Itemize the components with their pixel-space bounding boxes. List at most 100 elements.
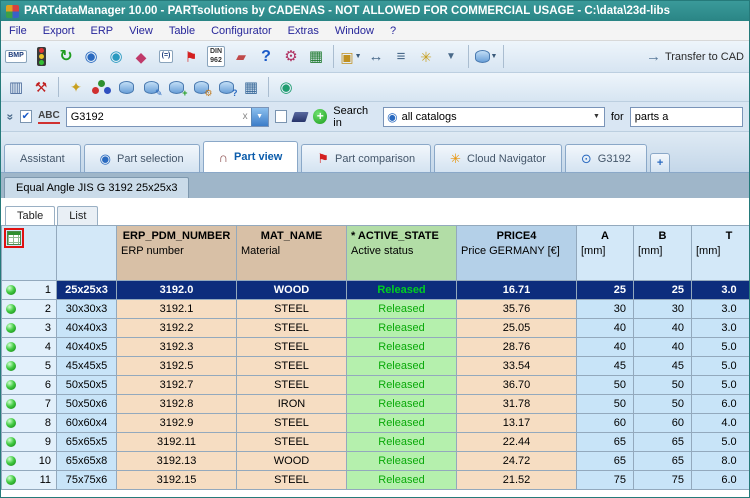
cell-num[interactable]: 11 [1, 470, 57, 490]
excel-export-icon[interactable]: ▦ [304, 45, 328, 69]
table-grid-toolbar-icon[interactable]: ▦ [239, 75, 263, 99]
cell-a[interactable]: 40 [576, 337, 634, 357]
cell-mat[interactable]: STEEL [236, 337, 347, 357]
cell-mat[interactable]: STEEL [236, 356, 347, 376]
cell-size[interactable]: 65x65x5 [56, 432, 117, 452]
tab-part-selection[interactable]: ◉ Part selection [83, 144, 200, 172]
cell-t[interactable]: 3.0 [691, 299, 749, 319]
column-header-mat[interactable]: MAT_NAME Material [236, 225, 347, 281]
settings-gear-icon[interactable]: ⚙ [279, 45, 303, 69]
cell-mat[interactable]: STEEL [236, 432, 347, 452]
cell-size[interactable]: 45x45x5 [56, 356, 117, 376]
cell-active[interactable]: Released [346, 356, 457, 376]
database-help-icon[interactable]: ? [214, 75, 238, 99]
tab-g3192-search[interactable]: ⊙ G3192 [564, 144, 647, 172]
view-tab-table[interactable]: Table [5, 206, 56, 225]
clear-search-icon[interactable]: x [240, 111, 251, 122]
cell-size[interactable]: 25x25x3 [56, 280, 117, 300]
cell-active[interactable]: Released [346, 451, 457, 471]
abc-search-checkbox[interactable]: ✔ [19, 110, 33, 123]
cell-num[interactable]: 6 [1, 375, 57, 395]
cell-mat[interactable]: STEEL [236, 299, 347, 319]
database-settings-icon[interactable]: ⚙ [189, 75, 213, 99]
menu-item-erp[interactable]: ERP [83, 22, 122, 40]
search-query-combobox[interactable]: G3192 x ▼ [65, 106, 269, 127]
cell-mat[interactable]: STEEL [236, 413, 347, 433]
cell-price[interactable]: 13.17 [456, 413, 577, 433]
cell-t[interactable]: 8.0 [691, 451, 749, 471]
layout-panels-icon[interactable]: ▥ [4, 75, 28, 99]
search-query-value[interactable]: G3192 [67, 111, 240, 123]
cell-t[interactable]: 5.0 [691, 375, 749, 395]
menu-item-extras[interactable]: Extras [280, 22, 327, 40]
cell-erp[interactable]: 3192.7 [116, 375, 237, 395]
cell-b[interactable]: 40 [633, 337, 692, 357]
cell-active[interactable]: Released [346, 337, 457, 357]
render-mode-icon[interactable]: ▣ ▼ [339, 45, 363, 69]
cell-t[interactable]: 5.0 [691, 337, 749, 357]
cell-price[interactable]: 21.52 [456, 470, 577, 490]
cell-price[interactable]: 31.78 [456, 394, 577, 414]
cell-active[interactable]: Released [346, 318, 457, 338]
transfer-to-cad-button[interactable]: → Transfer to CAD [646, 48, 746, 65]
cell-size[interactable]: 50x50x6 [56, 394, 117, 414]
cell-size[interactable]: 40x40x3 [56, 318, 117, 338]
cell-b[interactable]: 60 [633, 413, 692, 433]
cell-num[interactable]: 1 [1, 280, 57, 300]
cell-num[interactable]: 5 [1, 356, 57, 376]
cell-a[interactable]: 65 [576, 432, 634, 452]
chevron-down-icon[interactable]: ▼ [589, 113, 604, 120]
new-tab-button[interactable]: + [649, 153, 671, 172]
export-bmp-icon[interactable]: BMP [4, 45, 28, 69]
cell-a[interactable]: 50 [576, 375, 634, 395]
globe-edit-icon[interactable]: ◉ [274, 75, 298, 99]
globe-save-icon[interactable]: ◉ [104, 45, 128, 69]
dropdown-arrow-icon[interactable]: ▼ [491, 53, 498, 60]
parts-table-container[interactable]: ERP_PDM_NUMBER ERP number MAT_NAME Material… [1, 225, 749, 497]
collapse-chevron-icon[interactable]: » [3, 113, 17, 120]
cell-erp[interactable]: 3192.11 [116, 432, 237, 452]
cell-active[interactable]: Released [346, 299, 457, 319]
dropdown-arrow-icon[interactable]: ▼ [355, 53, 362, 60]
menu-item-view[interactable]: View [121, 22, 161, 40]
flag-icon[interactable]: ⚑ [179, 45, 203, 69]
add-search-button[interactable]: + [313, 109, 328, 124]
cell-b[interactable]: 75 [633, 470, 692, 490]
din-962-icon[interactable]: DIN 962 [204, 45, 228, 69]
cell-price[interactable]: 22.44 [456, 432, 577, 452]
database-roles-icon[interactable]: ✎ [139, 75, 163, 99]
column-header-price[interactable]: PRICE4 Price GERMANY [€] [456, 225, 577, 281]
cell-price[interactable]: 35.76 [456, 299, 577, 319]
cell-active[interactable]: Released [346, 375, 457, 395]
cell-erp[interactable]: 3192.8 [116, 394, 237, 414]
column-header-erp[interactable]: ERP_PDM_NUMBER ERP number [116, 225, 237, 281]
cell-b[interactable]: 45 [633, 356, 692, 376]
cell-price[interactable]: 33.54 [456, 356, 577, 376]
column-header-active[interactable]: * ACTIVE_STATE Active status [346, 225, 457, 281]
cell-b[interactable]: 40 [633, 318, 692, 338]
tab-cloud-navigator[interactable]: ✳ Cloud Navigator [434, 144, 562, 172]
cell-num[interactable]: 3 [1, 318, 57, 338]
cell-a[interactable]: 65 [576, 451, 634, 471]
cell-erp[interactable]: 3192.1 [116, 299, 237, 319]
cell-erp[interactable]: 3192.13 [116, 451, 237, 471]
cell-mat[interactable]: WOOD [236, 280, 347, 300]
cell-b[interactable]: 65 [633, 451, 692, 471]
traffic-light-icon[interactable] [29, 45, 53, 69]
menu-item-configurator[interactable]: Configurator [203, 22, 280, 40]
cell-a[interactable]: 30 [576, 299, 634, 319]
cell-size[interactable]: 75x75x6 [56, 470, 117, 490]
cell-erp[interactable]: 3192.5 [116, 356, 237, 376]
menu-item-file[interactable]: File [1, 22, 35, 40]
keys-icon[interactable]: ✦ [64, 75, 88, 99]
cell-num[interactable]: 9 [1, 432, 57, 452]
more-dropdown-icon[interactable]: ▼ [439, 45, 463, 69]
cell-b[interactable]: 65 [633, 432, 692, 452]
cell-erp[interactable]: 3192.9 [116, 413, 237, 433]
menu-item-help[interactable]: ? [382, 22, 404, 40]
cell-b[interactable]: 25 [633, 280, 692, 300]
cell-active[interactable]: Released [346, 470, 457, 490]
catalog-combobox[interactable]: ◉ all catalogs ▼ [383, 106, 605, 127]
cell-a[interactable]: 45 [576, 356, 634, 376]
database-icon[interactable] [114, 75, 138, 99]
